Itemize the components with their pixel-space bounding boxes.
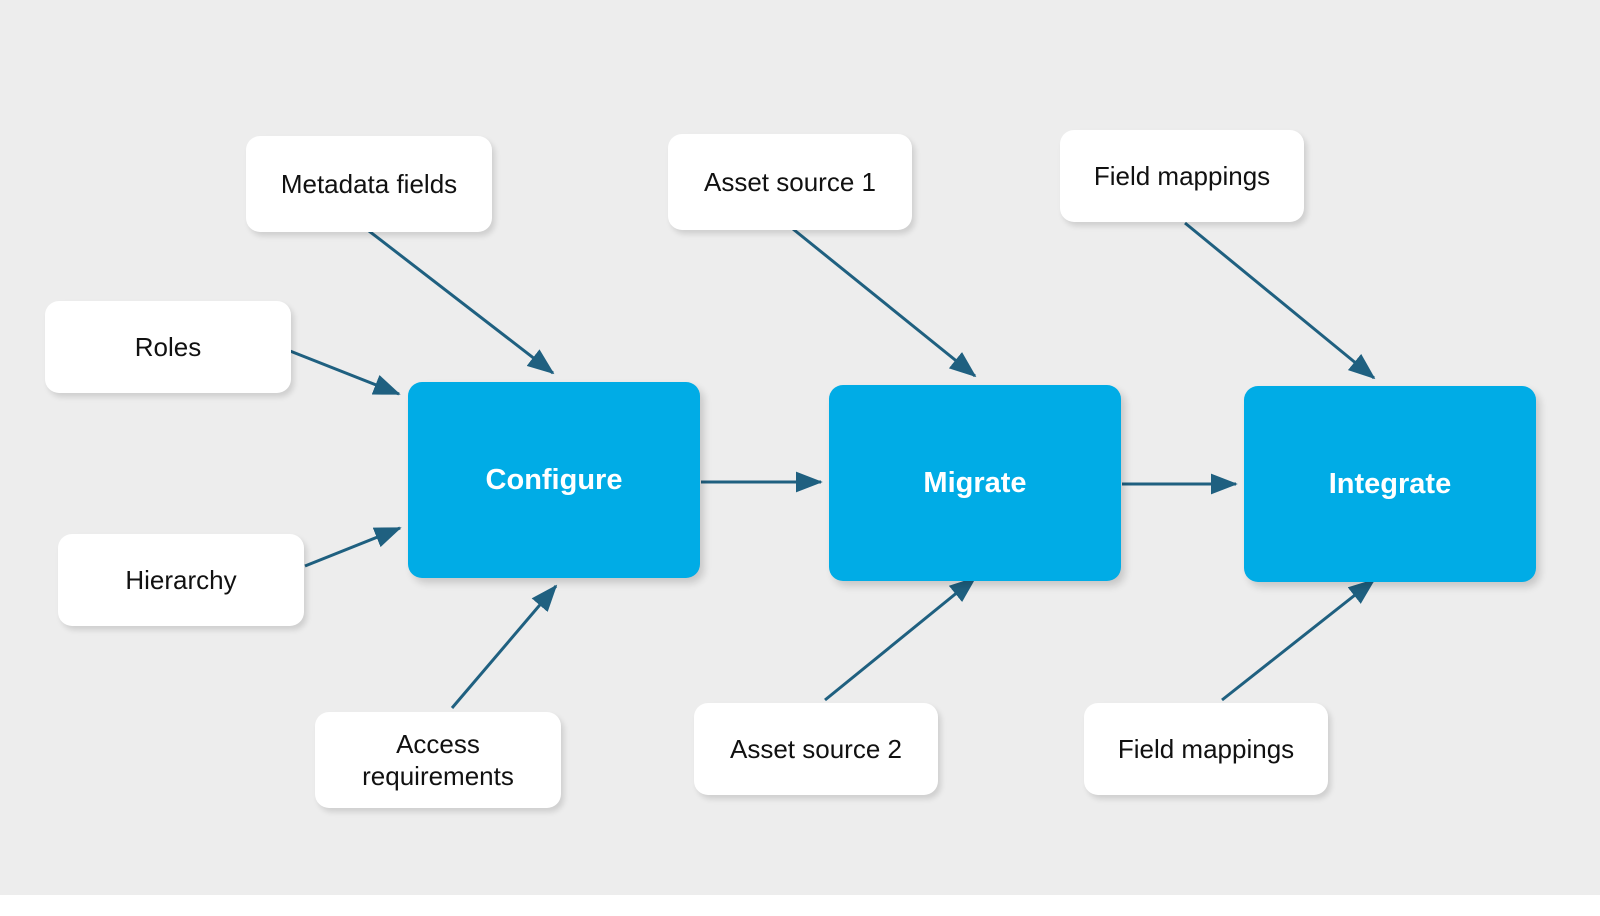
stage-node-label: Integrate bbox=[1328, 467, 1452, 500]
stage-node-label: Migrate bbox=[923, 466, 1027, 499]
diagram-canvas: Metadata fields Roles Hierarchy Access r… bbox=[0, 0, 1600, 895]
stage-node-migrate[interactable]: Migrate bbox=[829, 385, 1121, 581]
input-node-label: Access requirements bbox=[362, 728, 514, 792]
input-node-asset-source-1[interactable]: Asset source 1 bbox=[668, 134, 912, 230]
connector-asset-source-1-to-migrate bbox=[792, 227, 977, 378]
connector-field-mappings-bottom-to-integrate bbox=[1221, 578, 1376, 702]
input-node-metadata-fields[interactable]: Metadata fields bbox=[246, 136, 492, 232]
connector-asset-source-2-to-migrate bbox=[824, 576, 977, 702]
input-node-access-requirements[interactable]: Access requirements bbox=[315, 712, 561, 808]
page-bottom-margin bbox=[0, 895, 1600, 916]
connector-hierarchy-to-configure bbox=[304, 526, 402, 568]
stage-node-configure[interactable]: Configure bbox=[408, 382, 700, 578]
input-node-field-mappings-top[interactable]: Field mappings bbox=[1060, 130, 1304, 222]
stage-node-label: Configure bbox=[485, 463, 623, 496]
connector-metadata-fields-to-configure bbox=[368, 229, 555, 375]
input-node-label: Asset source 2 bbox=[730, 733, 902, 764]
input-node-roles[interactable]: Roles bbox=[45, 301, 291, 393]
stage-node-integrate[interactable]: Integrate bbox=[1244, 386, 1536, 582]
input-node-label: Field mappings bbox=[1117, 733, 1295, 764]
connector-field-mappings-top-to-integrate bbox=[1184, 221, 1376, 380]
input-node-hierarchy[interactable]: Hierarchy bbox=[58, 534, 304, 626]
input-node-label: Roles bbox=[134, 331, 202, 362]
input-node-field-mappings-bottom[interactable]: Field mappings bbox=[1084, 703, 1328, 795]
input-node-label: Asset source 1 bbox=[704, 166, 876, 197]
input-node-label: Field mappings bbox=[1093, 160, 1271, 191]
connector-access-requirements-to-configure bbox=[450, 584, 558, 709]
input-node-label: Metadata fields bbox=[280, 168, 458, 199]
input-node-asset-source-2[interactable]: Asset source 2 bbox=[694, 703, 938, 795]
connector-roles-to-configure bbox=[289, 349, 401, 396]
input-node-label: Hierarchy bbox=[125, 564, 237, 595]
